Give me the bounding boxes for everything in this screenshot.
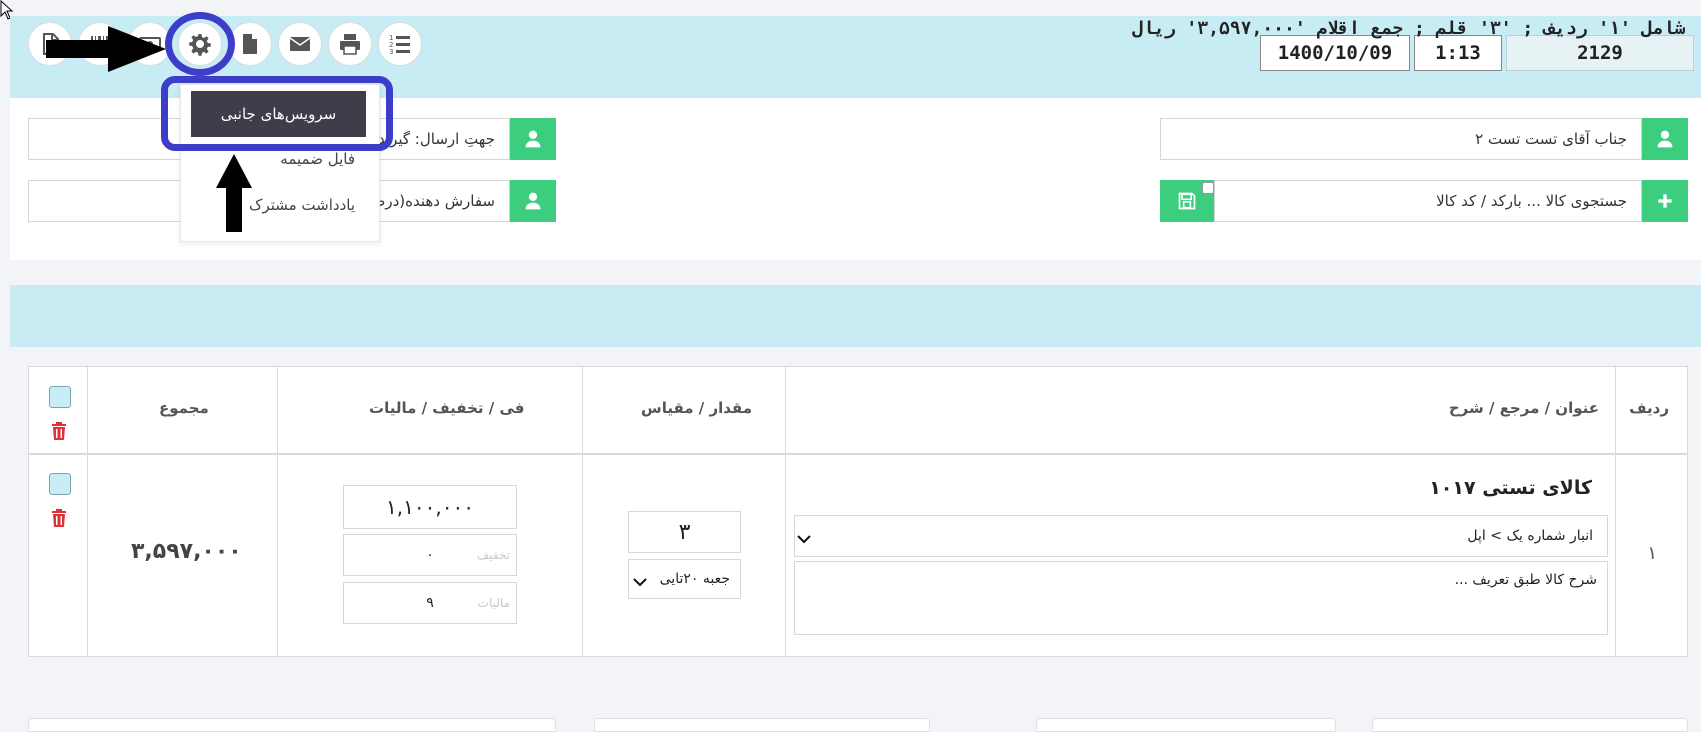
- right-arrow-annotation-icon: [46, 26, 166, 72]
- summary-bar: [10, 285, 1701, 347]
- svg-text:3: 3: [389, 48, 393, 56]
- add-product-button[interactable]: [1642, 180, 1688, 222]
- quantity-value: ۳: [678, 519, 691, 545]
- date-field[interactable]: 1400/10/09: [1260, 35, 1410, 71]
- header-total: مجموع: [159, 399, 209, 417]
- up-arrow-annotation-icon: [216, 154, 252, 232]
- user-icon: [525, 192, 541, 210]
- orderer-user-button[interactable]: [510, 180, 556, 222]
- header-price: فی / تخفیف / مالیات: [369, 399, 525, 417]
- header-title: عنوان / مرجع / شرح: [1448, 399, 1599, 417]
- product-search-input[interactable]: جستجوی کالا ... بارکد / کد کالا: [1214, 180, 1642, 222]
- bottom-panel-2: [594, 718, 930, 732]
- plus-icon: [1658, 194, 1672, 208]
- discount-value: ۰: [426, 547, 434, 563]
- row-index: ۱: [1647, 543, 1657, 564]
- product-search-placeholder: جستجوی کالا ... بارکد / کد کالا: [1436, 192, 1627, 210]
- description-value: شرح کالا طبق تعریف ...: [1454, 572, 1597, 588]
- customer-name: جناب آقای تست تست ۲: [1475, 130, 1627, 148]
- summary-text: شامل '۱' ردیف ; '۳' قلم ; جمع اقلام '۳,۵…: [1132, 18, 1685, 39]
- price-input[interactable]: ۱,۱۰۰,۰۰۰: [343, 485, 517, 529]
- tax-input[interactable]: ۹ مالیات: [343, 582, 517, 624]
- header-quantity: مقدار / مقیاس: [641, 399, 752, 417]
- row-total: ۳,۵۹۷,۰۰۰: [131, 539, 242, 564]
- floppy-disk-icon: [1178, 192, 1196, 210]
- warehouse-value: انبار شماره یک > اپل: [1467, 528, 1593, 544]
- user-icon: [1657, 130, 1673, 148]
- items-table: ردیف عنوان / مرجع / شرح مقدار / مقیاس فی…: [28, 366, 1688, 657]
- bottom-panel-4: [1372, 718, 1688, 732]
- tax-value: ۹: [426, 595, 434, 611]
- quantity-input[interactable]: ۳: [628, 511, 741, 553]
- customer-field[interactable]: جناب آقای تست تست ۲: [1160, 118, 1642, 160]
- unit-chevron-down-icon: [633, 573, 647, 587]
- select-all-checkbox[interactable]: [49, 386, 71, 408]
- header-row-index: ردیف: [1629, 399, 1669, 417]
- discount-input[interactable]: ۰ تخفیف: [343, 534, 517, 576]
- warehouse-select[interactable]: انبار شماره یک > اپل: [794, 515, 1608, 557]
- list-numbered-icon[interactable]: 123: [378, 22, 422, 66]
- envelope-icon[interactable]: [278, 22, 322, 66]
- small-checkbox[interactable]: [1202, 182, 1214, 194]
- time-field[interactable]: 1:13: [1414, 35, 1502, 71]
- customer-user-button[interactable]: [1642, 118, 1688, 160]
- row-checkbox[interactable]: [49, 473, 71, 495]
- bottom-panel-1: [28, 718, 556, 732]
- delete-all-trash-icon[interactable]: [51, 422, 67, 440]
- bottom-panel-3: [1036, 718, 1336, 732]
- warehouse-chevron-down-icon: [797, 530, 811, 544]
- row-delete-trash-icon[interactable]: [51, 509, 67, 527]
- discount-label: تخفیف: [476, 548, 510, 562]
- printer-icon[interactable]: [328, 22, 372, 66]
- send-direction-user-button[interactable]: [510, 118, 556, 160]
- price-value: ۱,۱۰۰,۰۰۰: [386, 495, 474, 519]
- tax-label: مالیات: [477, 596, 510, 610]
- product-name: کالای تستی ۱۰۱۷: [1429, 477, 1592, 499]
- unit-value: جعبه ۲۰تایی: [659, 571, 730, 587]
- menu-item-shared-note[interactable]: یادداشت مشترک: [249, 196, 355, 214]
- description-textarea[interactable]: شرح کالا طبق تعریف ...: [794, 561, 1608, 635]
- menu-highlight-ring: [161, 76, 393, 151]
- invoice-number-field[interactable]: 2129: [1506, 35, 1694, 71]
- menu-item-attachment[interactable]: فایل ضمیمه: [280, 150, 355, 168]
- orderer-label: سفارش دهنده(درص: [367, 192, 495, 210]
- user-icon: [525, 130, 541, 148]
- gear-highlight-ring: [165, 12, 235, 76]
